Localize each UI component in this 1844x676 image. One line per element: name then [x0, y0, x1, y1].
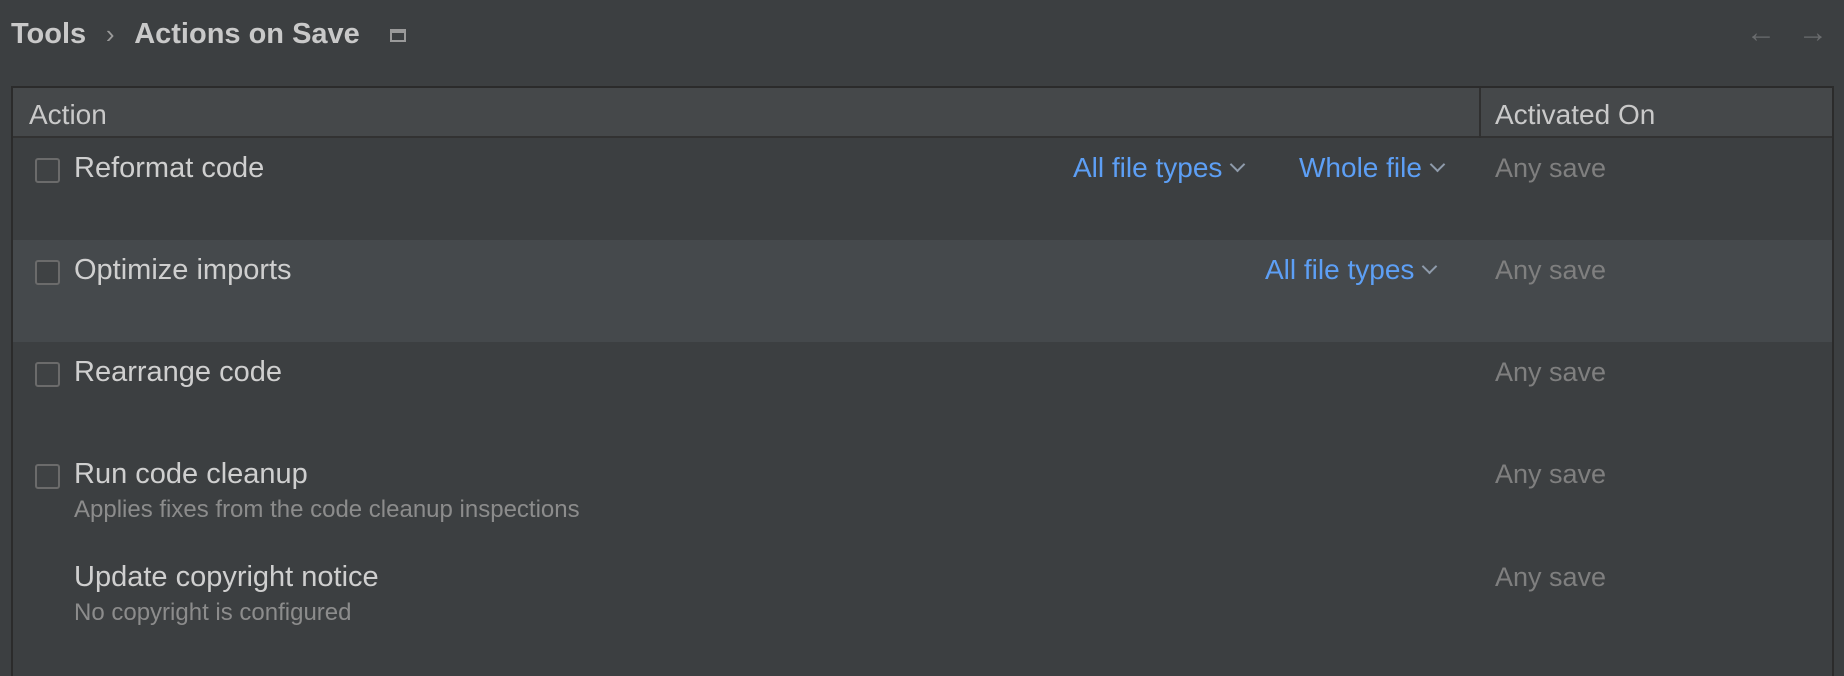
column-header-activated-on[interactable]: Activated On	[1495, 99, 1655, 131]
column-header-action[interactable]: Action	[29, 99, 107, 131]
scope-dropdown[interactable]: Whole file	[1299, 152, 1446, 184]
activated-on-value[interactable]: Any save	[1495, 357, 1606, 388]
table-header: Action Activated On	[13, 88, 1832, 138]
row-label: Optimize imports	[74, 254, 292, 286]
dropdown-value: Whole file	[1299, 152, 1422, 183]
breadcrumb-parent[interactable]: Tools	[11, 18, 86, 51]
table-row-update-copyright-notice[interactable]: Update copyright notice No copyright is …	[13, 547, 1832, 649]
table-row-run-code-cleanup[interactable]: Run code cleanup Applies fixes from the …	[13, 444, 1832, 546]
table-row-rearrange-code[interactable]: Rearrange code Any save	[13, 342, 1832, 444]
activated-on-value[interactable]: Any save	[1495, 459, 1606, 490]
breadcrumb-separator: ›	[105, 19, 115, 49]
back-arrow-icon[interactable]: ←	[1744, 16, 1778, 50]
table-row-optimize-imports[interactable]: Optimize imports All file types Any save	[13, 240, 1832, 342]
row-description: No copyright is configured	[74, 599, 352, 626]
chevron-down-icon	[1422, 258, 1438, 274]
row-description: Applies fixes from the code cleanup insp…	[74, 496, 580, 523]
settings-header: Tools › Actions on Save ← →	[0, 0, 1844, 76]
row-label: Update copyright notice	[74, 561, 379, 593]
table-row-reformat-code[interactable]: Reformat code All file types Whole file …	[13, 138, 1832, 240]
reformat-code-checkbox[interactable]	[35, 158, 60, 183]
activated-on-value[interactable]: Any save	[1495, 255, 1606, 286]
file-types-dropdown[interactable]: All file types	[1265, 254, 1438, 286]
breadcrumb: Tools › Actions on Save	[11, 18, 406, 51]
actions-table: Action Activated On Reformat code All fi…	[11, 86, 1834, 676]
run-code-cleanup-checkbox[interactable]	[35, 464, 60, 489]
chevron-down-icon	[1429, 156, 1446, 172]
column-divider[interactable]	[1479, 88, 1481, 138]
dropdown-value: All file types	[1073, 152, 1223, 183]
chevron-down-icon	[1230, 156, 1246, 172]
project-settings-icon	[389, 29, 406, 42]
row-label: Run code cleanup	[74, 458, 308, 490]
rearrange-code-checkbox[interactable]	[35, 362, 60, 387]
page-title: Actions on Save	[134, 18, 360, 50]
activated-on-value[interactable]: Any save	[1495, 153, 1606, 184]
row-label: Rearrange code	[74, 356, 282, 388]
file-types-dropdown[interactable]: All file types	[1073, 152, 1246, 184]
row-label: Reformat code	[74, 152, 265, 184]
forward-arrow-icon[interactable]: →	[1796, 16, 1830, 50]
activated-on-value[interactable]: Any save	[1495, 562, 1606, 593]
optimize-imports-checkbox[interactable]	[35, 260, 60, 285]
dropdown-value: All file types	[1265, 254, 1415, 285]
